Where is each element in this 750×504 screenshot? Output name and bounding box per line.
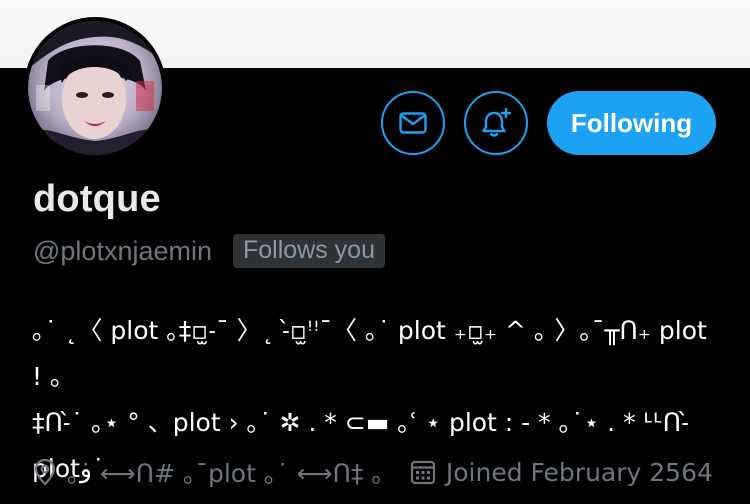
notifications-button[interactable] bbox=[464, 91, 528, 155]
joined-date: Joined February 2564 bbox=[445, 457, 713, 487]
handle: @plotxnjaemin bbox=[33, 235, 212, 266]
avatar-image bbox=[28, 21, 162, 155]
location-icon bbox=[33, 458, 57, 486]
display-name: dotque bbox=[33, 178, 161, 220]
avatar[interactable] bbox=[24, 17, 166, 159]
envelope-icon bbox=[399, 112, 427, 134]
message-button[interactable] bbox=[381, 91, 445, 155]
bell-plus-icon bbox=[482, 107, 512, 137]
handle-row: @plotxnjaemin Follows you bbox=[33, 234, 385, 268]
profile-meta: ｡˙ ⟷ᑎ# ｡¯plot ｡˙ ⟷ᑎ‡ ｡ Joined February 2… bbox=[33, 455, 713, 489]
calendar-icon bbox=[410, 459, 436, 485]
location-text: ｡˙ ⟷ᑎ# ｡¯plot ｡˙ ⟷ᑎ‡ ｡ bbox=[67, 459, 384, 488]
follows-you-badge: Follows you bbox=[233, 234, 385, 268]
following-button[interactable]: Following bbox=[547, 91, 716, 155]
